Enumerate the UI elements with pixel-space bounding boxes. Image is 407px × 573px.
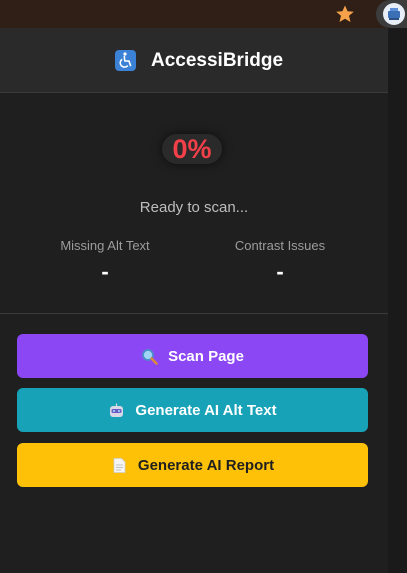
stat-contrast-value: - xyxy=(276,259,284,284)
scan-status: Ready to scan... xyxy=(139,199,249,216)
stat-contrast: Contrast Issues - xyxy=(190,238,370,285)
stat-missing-alt: Missing Alt Text - xyxy=(15,238,195,285)
generate-alt-text-button[interactable]: Generate AI Alt Text xyxy=(17,388,368,432)
wheelchair-icon xyxy=(115,50,136,71)
extension-popup: AccessiBridge 0% Ready to scan... Missin… xyxy=(0,28,388,573)
extension-button[interactable] xyxy=(376,0,407,28)
scan-page-label: Scan Page xyxy=(168,347,244,365)
divider xyxy=(0,313,388,314)
magnifier-icon xyxy=(142,348,158,365)
scan-page-button[interactable]: Scan Page xyxy=(17,334,368,378)
score-badge: 0% xyxy=(162,134,222,164)
stat-missing-alt-value: - xyxy=(101,259,109,284)
accessibridge-extension-icon xyxy=(383,3,405,25)
page-edge xyxy=(388,28,407,573)
app-title: AccessiBridge xyxy=(151,50,284,71)
document-icon xyxy=(113,457,126,473)
stat-missing-alt-label: Missing Alt Text xyxy=(60,238,150,253)
popup-header: AccessiBridge xyxy=(0,28,388,93)
generate-report-label: Generate AI Report xyxy=(137,456,275,474)
generate-alt-text-label: Generate AI Alt Text xyxy=(135,401,277,419)
generate-report-button[interactable]: Generate AI Report xyxy=(17,443,368,487)
star-icon[interactable] xyxy=(335,4,355,24)
robot-icon xyxy=(110,403,124,417)
scan-percent: 0% xyxy=(172,134,212,164)
stat-contrast-label: Contrast Issues xyxy=(234,238,326,253)
browser-toolbar xyxy=(0,0,407,28)
